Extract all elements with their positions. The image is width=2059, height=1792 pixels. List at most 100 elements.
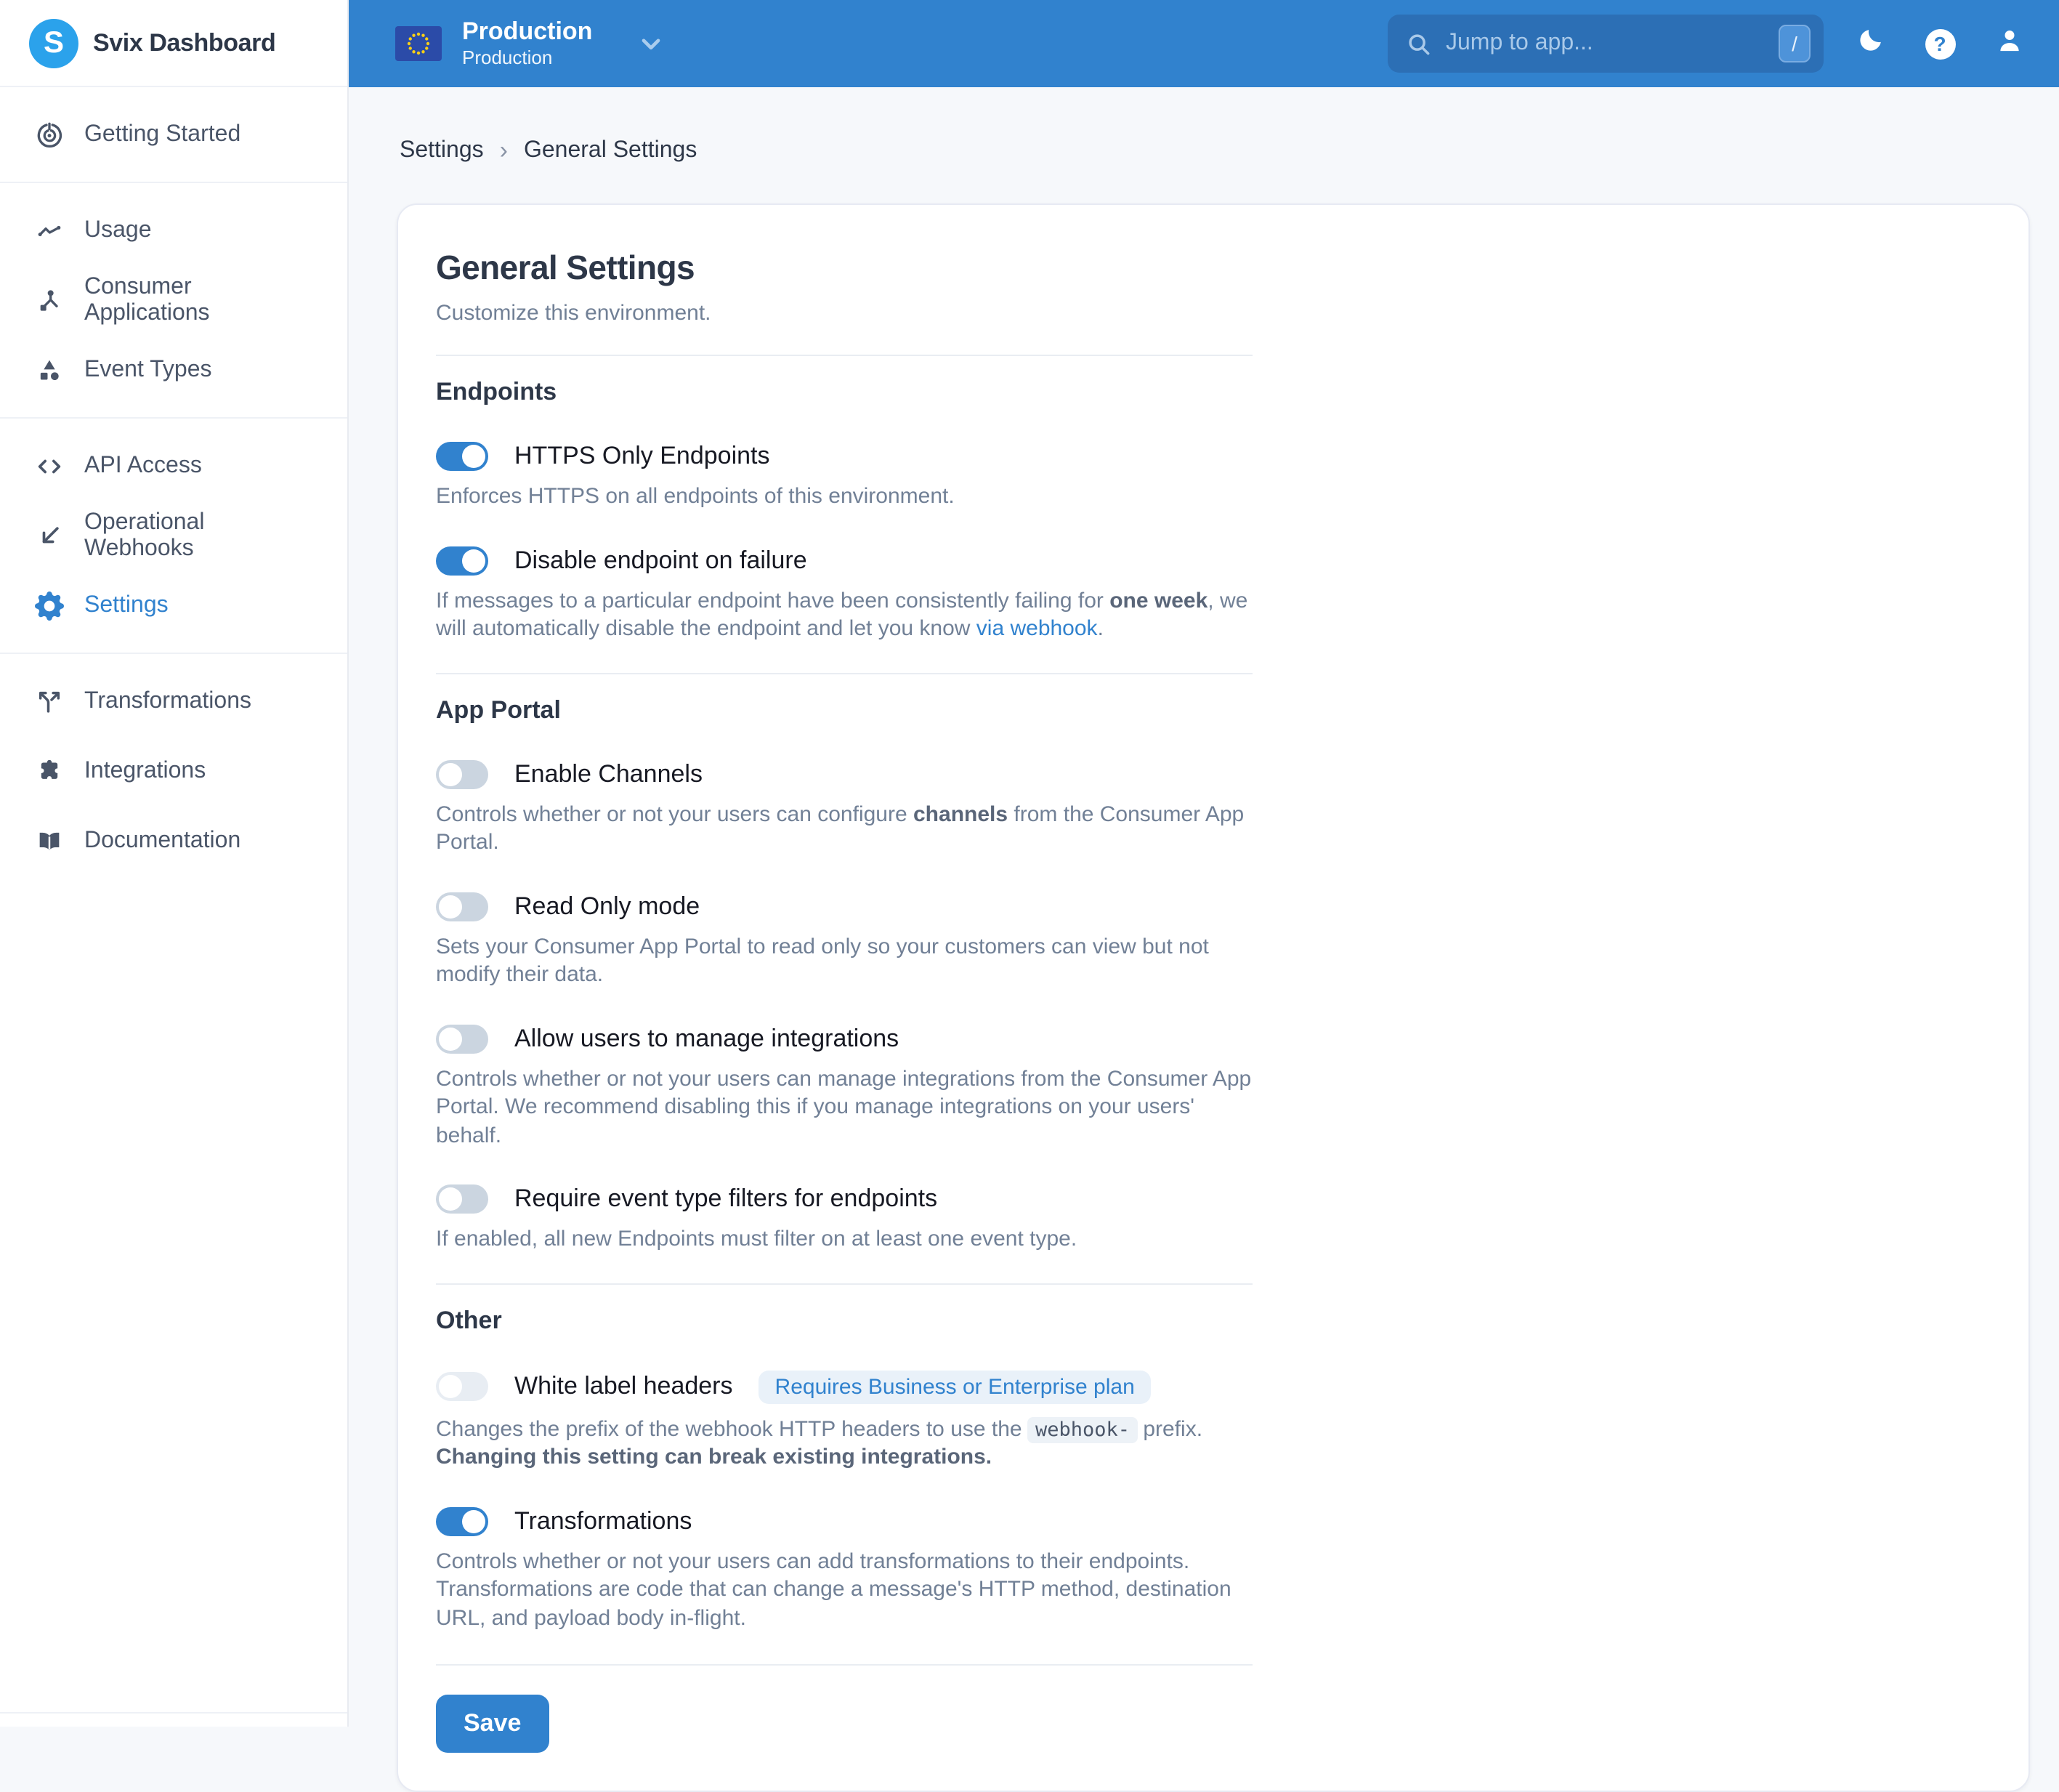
breadcrumb-separator: › xyxy=(500,137,508,166)
setting-label: Transformations xyxy=(514,1506,692,1535)
setting-row-disable-on-failure: Disable endpoint on failure xyxy=(436,546,1253,575)
sidebar-item-label: Transformations xyxy=(84,689,251,715)
section-heading-other: Other xyxy=(436,1306,1253,1335)
setting-description: If messages to a particular endpoint hav… xyxy=(436,586,1253,643)
breadcrumb-settings[interactable]: Settings xyxy=(400,138,484,164)
transformations-icon xyxy=(35,687,64,717)
integrations-puzzle-icon xyxy=(35,757,64,786)
text-segment: If messages to a particular endpoint hav… xyxy=(436,588,1109,613)
breadcrumb: Settings › General Settings xyxy=(397,137,2030,166)
sidebar-item-event-types[interactable]: Event Types xyxy=(0,336,347,405)
chevron-down-icon xyxy=(636,29,665,58)
text-segment: Controls whether or not your users can m… xyxy=(436,1066,1251,1147)
manage-integrations-toggle[interactable] xyxy=(436,1024,488,1053)
sidebar-footer-divider xyxy=(0,1712,347,1727)
sidebar-item-settings[interactable]: Settings xyxy=(0,571,347,641)
plan-requirement-badge: Requires Business or Enterprise plan xyxy=(759,1370,1151,1403)
nav-group: Usage Consumer Applications xyxy=(0,182,347,417)
text-segment: prefix. xyxy=(1137,1416,1202,1441)
text-segment: one week xyxy=(1109,588,1208,613)
page-content: Settings › General Settings General Sett… xyxy=(349,87,2059,1792)
sidebar-item-label: Event Types xyxy=(84,358,212,384)
setting-row-require-filters: Require event type filters for endpoints xyxy=(436,1184,1253,1214)
sidebar: S Svix Dashboard Getting Started xyxy=(0,0,349,1727)
sidebar-item-label: Integrations xyxy=(84,759,206,785)
white-label-toggle[interactable] xyxy=(436,1372,488,1401)
setting-description: Controls whether or not your users can m… xyxy=(436,1065,1253,1150)
sidebar-item-api-access[interactable]: API Access xyxy=(0,432,347,501)
sidebar-item-integrations[interactable]: Integrations xyxy=(0,737,347,807)
sidebar-item-label: Documentation xyxy=(84,828,240,855)
setting-row-https-only: HTTPS Only Endpoints xyxy=(436,442,1253,471)
setting-label: Allow users to manage integrations xyxy=(514,1024,899,1053)
sidebar-item-documentation[interactable]: Documentation xyxy=(0,807,347,876)
sidebar-item-label: Consumer Applications xyxy=(84,275,312,327)
setting-row-white-label: White label headers Requires Business or… xyxy=(436,1370,1253,1403)
text-segment: webhook- xyxy=(1028,1416,1137,1442)
save-row: Save xyxy=(436,1664,1253,1753)
environment-names: Production Production xyxy=(462,17,592,70)
environment-selector[interactable]: Production Production xyxy=(395,17,665,70)
inline-link[interactable]: via webhook xyxy=(976,616,1098,641)
text-segment: Changes the prefix of the webhook HTTP h… xyxy=(436,1416,1028,1441)
setting-description: Enforces HTTPS on all endpoints of this … xyxy=(436,483,1253,511)
moon-icon xyxy=(1856,25,1885,62)
setting-row-read-only: Read Only mode xyxy=(436,892,1253,921)
operational-webhooks-icon xyxy=(35,522,64,551)
enable-channels-toggle[interactable] xyxy=(436,759,488,788)
save-button[interactable]: Save xyxy=(436,1695,549,1753)
help-button[interactable]: ? xyxy=(1908,12,1972,76)
setting-label: Disable endpoint on failure xyxy=(514,546,807,575)
text-segment: Sets your Consumer App Portal to read on… xyxy=(436,934,1209,987)
read-only-toggle[interactable] xyxy=(436,892,488,921)
sidebar-item-operational-webhooks[interactable]: Operational Webhooks xyxy=(0,501,347,571)
text-segment: If enabled, all new Endpoints must filte… xyxy=(436,1227,1077,1251)
sidebar-item-label: API Access xyxy=(84,453,202,480)
disable-endpoint-toggle[interactable] xyxy=(436,546,488,575)
transformations-toggle[interactable] xyxy=(436,1506,488,1535)
sidebar-item-usage[interactable]: Usage xyxy=(0,196,347,266)
sidebar-item-getting-started[interactable]: Getting Started xyxy=(0,100,347,170)
breadcrumb-general-settings[interactable]: General Settings xyxy=(524,138,697,164)
user-menu-button[interactable] xyxy=(1978,12,2042,76)
app-title: Svix Dashboard xyxy=(93,28,275,57)
jump-to-app-search[interactable]: / xyxy=(1388,15,1824,73)
documentation-book-icon xyxy=(35,827,64,856)
text-segment: . xyxy=(1098,616,1104,641)
text-segment: Changing this setting can break existing… xyxy=(436,1445,992,1469)
https-only-toggle[interactable] xyxy=(436,442,488,471)
nav-group: Getting Started xyxy=(0,87,347,182)
text-segment: Controls whether or not your users can c… xyxy=(436,802,913,826)
sidebar-item-label: Getting Started xyxy=(84,122,240,148)
setting-label: Enable Channels xyxy=(514,759,703,788)
search-input[interactable] xyxy=(1446,31,1765,57)
api-access-icon xyxy=(35,452,64,481)
sidebar-item-consumer-applications[interactable]: Consumer Applications xyxy=(0,266,347,336)
setting-row-manage-integrations: Allow users to manage integrations xyxy=(436,1024,1253,1053)
setting-description: If enabled, all new Endpoints must filte… xyxy=(436,1225,1253,1254)
section-divider xyxy=(436,1283,1253,1284)
main-area: Production Production / xyxy=(349,0,2059,1727)
environment-name: Production xyxy=(462,17,592,47)
require-filters-toggle[interactable] xyxy=(436,1184,488,1214)
text-segment: Enforces HTTPS on all endpoints of this … xyxy=(436,484,955,509)
setting-label: HTTPS Only Endpoints xyxy=(514,442,770,471)
search-icon xyxy=(1405,30,1433,57)
consumer-applications-icon xyxy=(35,286,64,315)
setting-row-transformations: Transformations xyxy=(436,1506,1253,1535)
text-segment: Controls whether or not your users can a… xyxy=(436,1549,1231,1630)
sidebar-spacer xyxy=(0,888,347,1712)
usage-icon xyxy=(35,217,64,246)
section-divider xyxy=(436,672,1253,674)
setting-row-enable-channels: Enable Channels xyxy=(436,759,1253,788)
sidebar-item-label: Usage xyxy=(84,218,152,244)
top-bar: Production Production / xyxy=(349,0,2059,87)
settings-gear-icon xyxy=(35,592,64,621)
user-icon xyxy=(1995,25,2024,62)
sidebar-item-transformations[interactable]: Transformations xyxy=(0,667,347,737)
brand-header: S Svix Dashboard xyxy=(0,0,347,87)
sidebar-item-label: Operational Webhooks xyxy=(84,510,312,562)
nav-group: API Access Operational Webhooks xyxy=(0,417,347,653)
dark-mode-toggle-button[interactable] xyxy=(1838,12,1902,76)
eu-flag-icon xyxy=(395,26,442,61)
